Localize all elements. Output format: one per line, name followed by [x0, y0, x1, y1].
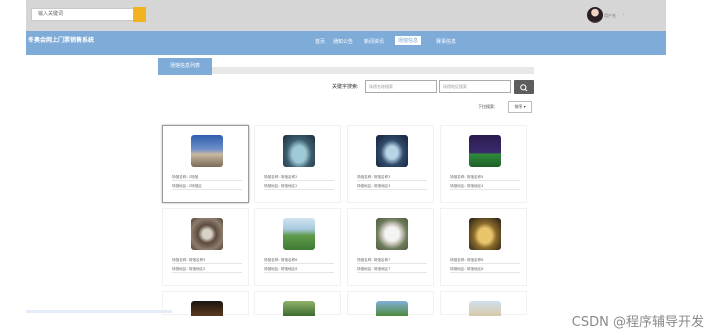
venue-name: 场馆名称: 场馆名称7 [357, 258, 427, 264]
venue-card[interactable]: 场馆名称: 场馆名称6 场馆地区: 场馆地区6 [254, 208, 341, 286]
search-icon [520, 84, 528, 92]
venue-name: 场馆名称: 场馆名称6 [264, 258, 334, 264]
nav-item-venues[interactable]: 场馆信息 [395, 36, 422, 45]
site-title: 冬奥会网上门票销售系统 [28, 37, 95, 44]
venue-thumbnail [376, 135, 408, 167]
venue-area: 场馆地区: 场馆地区7 [357, 267, 427, 273]
search-input[interactable]: 输入关键词 [31, 8, 134, 21]
venue-area: 场馆地区: 场馆地区8 [450, 267, 520, 273]
venue-card[interactable] [440, 291, 527, 316]
venue-area: 场馆地区: 场馆地区2 [264, 184, 334, 190]
search-button[interactable] [133, 7, 146, 22]
watermark: CSDN @程序辅导开发 [571, 315, 704, 330]
top-bar: 输入关键词 用户名 ⌄ [26, 0, 666, 31]
sort-label: 下拉搜索: [478, 104, 496, 109]
nav-item-news[interactable]: 新闻资讯 [364, 38, 384, 45]
venue-thumbnail [376, 301, 408, 316]
venue-name: 场馆名称: 场馆名称8 [450, 258, 520, 264]
venue-area: 场馆地区: 2场馆区 [172, 184, 242, 190]
venue-area: 场馆地区: 场馆地区5 [172, 267, 242, 273]
venue-thumbnail [191, 135, 223, 167]
venue-area-search-input[interactable]: 场馆地区搜索 [439, 80, 511, 93]
venue-name-search-input[interactable]: 场馆名称搜索 [365, 80, 437, 93]
venue-thumbnail [191, 301, 223, 316]
venue-card[interactable] [162, 291, 249, 316]
venue-card[interactable]: 场馆名称: 场馆名称7 场馆地区: 场馆地区7 [347, 208, 434, 286]
venue-card[interactable]: 场馆名称: 场馆名称8 场馆地区: 场馆地区8 [440, 208, 527, 286]
venue-thumbnail [469, 218, 501, 250]
venue-name: 场馆名称: 场馆名称5 [172, 258, 242, 264]
venue-card[interactable]: 场馆名称: 场馆名称3 场馆地区: 场馆地区3 [347, 125, 434, 203]
search-submit-button[interactable] [514, 80, 534, 94]
venue-area: 场馆地区: 场馆地区3 [357, 184, 427, 190]
venue-card[interactable] [254, 291, 341, 316]
nav-item-notices[interactable]: 通知公告 [333, 38, 353, 45]
venue-card[interactable]: 场馆名称: 场馆名称4 场馆地区: 场馆地区4 [440, 125, 527, 203]
venue-thumbnail [283, 218, 315, 250]
venue-name: 场馆名称: 场馆名称3 [357, 175, 427, 181]
venue-name: 场馆名称: 场馆名称4 [450, 175, 520, 181]
nav-item-home[interactable]: 首页 [315, 38, 325, 45]
username[interactable]: 用户名 [604, 13, 616, 19]
chevron-down-icon[interactable]: ⌄ [622, 11, 625, 16]
venue-thumbnail [469, 301, 501, 316]
venue-name: 场馆名称: 场馆名称2 [264, 175, 334, 181]
venue-thumbnail [469, 135, 501, 167]
footer-strip [26, 310, 172, 313]
venue-thumbnail [283, 301, 315, 316]
venue-thumbnail [191, 218, 223, 250]
venue-thumbnail [283, 135, 315, 167]
keyword-search-label: 关键字搜索: [332, 84, 359, 90]
venue-thumbnail [376, 218, 408, 250]
sort-button[interactable]: 排序 ▾ [508, 101, 532, 113]
avatar[interactable] [587, 7, 603, 23]
venue-name: 场馆名称: 2场馆 [172, 175, 242, 181]
section-title: 场馆信息列表 [158, 58, 212, 75]
venue-card[interactable]: 场馆名称: 2场馆 场馆地区: 2场馆区 [162, 125, 249, 203]
section-divider [158, 67, 534, 74]
venue-card[interactable]: 场馆名称: 场馆名称5 场馆地区: 场馆地区5 [162, 208, 249, 286]
venue-card[interactable] [347, 291, 434, 316]
main-nav: 冬奥会网上门票销售系统 首页 通知公告 新闻资讯 场馆信息 赛事信息 [26, 31, 666, 55]
venue-area: 场馆地区: 场馆地区6 [264, 267, 334, 273]
venue-card[interactable]: 场馆名称: 场馆名称2 场馆地区: 场馆地区2 [254, 125, 341, 203]
venue-area: 场馆地区: 场馆地区4 [450, 184, 520, 190]
nav-item-events[interactable]: 赛事信息 [436, 38, 456, 45]
